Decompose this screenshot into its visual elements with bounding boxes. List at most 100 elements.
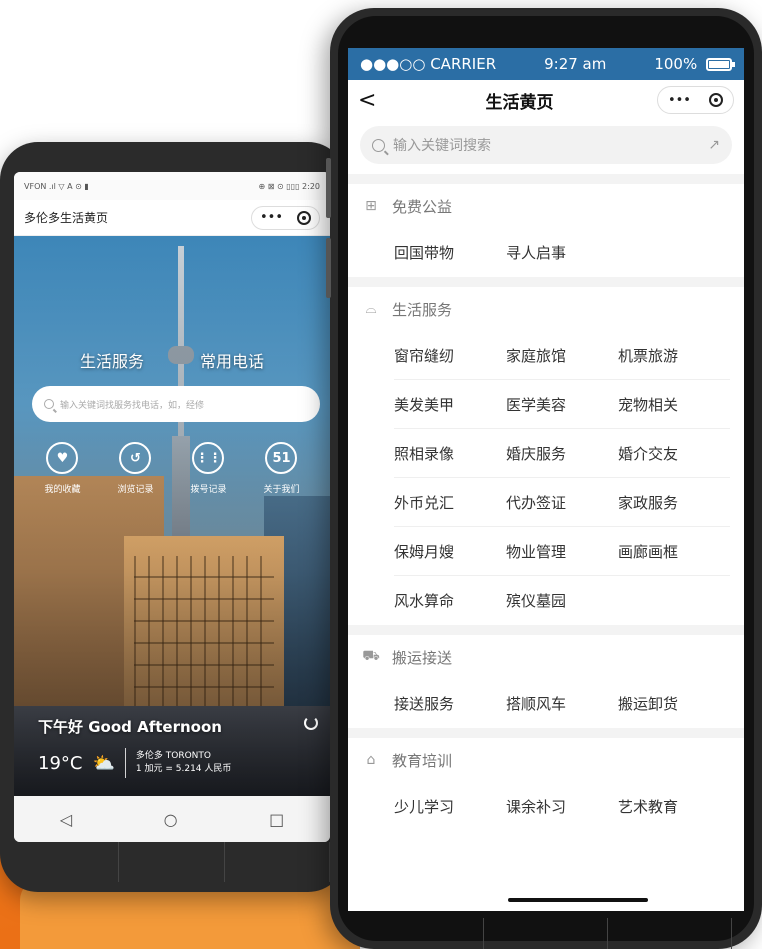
- more-button[interactable]: •••: [668, 93, 691, 108]
- cloud-sun-icon: ⛅: [92, 752, 115, 774]
- search-placeholder: 输入关键词搜索: [393, 138, 491, 154]
- section-free-public: ⊞ 免费公益 回国带物 寻人启事: [348, 184, 744, 277]
- basket-icon: ⌓: [365, 301, 377, 317]
- search-input[interactable]: 输入关键词搜索 ↗: [360, 126, 732, 164]
- quick-link-favorites[interactable]: ♥ 我的收藏: [44, 442, 81, 495]
- home-indicator[interactable]: [508, 898, 648, 902]
- category-item[interactable]: 寻人启事: [506, 228, 618, 277]
- weather-divider: [124, 748, 126, 778]
- section-education: ⌂ 教育培训 少儿学习 课余补习 艺术教育: [348, 738, 744, 831]
- category-item[interactable]: 家政服务: [618, 478, 730, 527]
- section-separator: [348, 174, 744, 184]
- category-item[interactable]: 外币兑汇: [394, 478, 506, 527]
- left-status-left: VFON .ıl ▽ A ⊙ ▮: [24, 181, 89, 191]
- category-item[interactable]: 接送服务: [394, 679, 506, 728]
- left-phone-bottom-bezel: [14, 842, 330, 882]
- category-item[interactable]: 婚庆服务: [506, 429, 618, 478]
- section-title: 搬运接送: [392, 648, 453, 667]
- right-phone-screen: ●●●○○ CARRIER 9:27 am 100% < 生活黄页 ••• 输入…: [348, 48, 744, 911]
- carrier: ●●●○○ CARRIER: [360, 55, 497, 73]
- quick-link-about[interactable]: 51 关于我们: [263, 442, 300, 495]
- section-title: 教育培训: [392, 751, 453, 770]
- category-item[interactable]: 搬运卸货: [618, 679, 730, 728]
- hero-shade: [14, 236, 330, 796]
- category-item[interactable]: 照相录像: [394, 429, 506, 478]
- page-title: 生活黄页: [485, 92, 554, 113]
- refresh-icon[interactable]: [304, 716, 318, 730]
- right-phone-frame: ●●●○○ CARRIER 9:27 am 100% < 生活黄页 ••• 输入…: [326, 8, 762, 949]
- category-item[interactable]: 物业管理: [506, 527, 618, 576]
- category-item[interactable]: 画廊画框: [618, 527, 730, 576]
- home-circle-icon[interactable]: ○: [164, 810, 178, 829]
- category-item[interactable]: 少儿学习: [394, 782, 506, 831]
- bezel-segment: [484, 918, 608, 949]
- quick-link-dial-log[interactable]: ⋮⋮ 拨号记录: [190, 442, 227, 495]
- category-item[interactable]: 家庭旅馆: [506, 331, 618, 380]
- tab-common-phones[interactable]: 常用电话: [200, 348, 264, 372]
- bezel-segment: [225, 842, 330, 882]
- back-triangle-icon[interactable]: ◁: [60, 810, 72, 829]
- quick-link-label: 我的收藏: [44, 485, 81, 495]
- hero-search-placeholder: 输入关键词找服务找电话，如，经修: [60, 400, 205, 411]
- dialpad-icon: ⋮⋮: [192, 442, 225, 474]
- close-target-icon[interactable]: [708, 93, 723, 107]
- section-grid: 回国带物 寻人启事: [362, 228, 730, 277]
- clock: 9:27 am: [544, 55, 607, 73]
- greeting: 下午好 Good Afternoon: [38, 718, 222, 736]
- weather-info: 多伦多 TORONTO 1 加元 = 5.214 人民币: [136, 750, 231, 776]
- recents-square-icon[interactable]: □: [269, 810, 284, 829]
- category-item[interactable]: 窗帘缝纫: [394, 331, 506, 380]
- quick-link-history[interactable]: ↺ 浏览记录: [117, 442, 154, 495]
- bezel-segment: [608, 918, 732, 949]
- bezel-segment: [119, 842, 225, 882]
- right-phone-bottom-bezel: [360, 918, 732, 949]
- tab-life-services[interactable]: 生活服务: [80, 348, 144, 372]
- left-status-bar: VFON .ıl ▽ A ⊙ ▮ ⊕ ⊠ ⊙ ▯▯▯ 2:20: [14, 172, 330, 200]
- left-phone-screen: VFON .ıl ▽ A ⊙ ▮ ⊕ ⊠ ⊙ ▯▯▯ 2:20 多伦多生活黄页 …: [14, 172, 330, 842]
- category-item[interactable]: 回国带物: [394, 228, 506, 277]
- category-item[interactable]: 婚介交友: [618, 429, 730, 478]
- section-header: ⊞ 免费公益: [362, 184, 730, 228]
- category-item[interactable]: 风水算命: [394, 576, 506, 625]
- share-icon[interactable]: ↗: [708, 137, 720, 153]
- weather-panel: 19°C ⛅ 多伦多 TORONTO 1 加元 = 5.214 人民币: [38, 748, 231, 778]
- category-item[interactable]: 美发美甲: [394, 380, 506, 429]
- category-item[interactable]: 课余补习: [506, 782, 618, 831]
- quick-link-label: 拨号记录: [190, 485, 227, 495]
- right-capsule-menu: •••: [656, 86, 734, 114]
- back-icon[interactable]: <: [358, 88, 382, 113]
- section-header: ⌓ 生活服务: [362, 287, 730, 331]
- category-item[interactable]: 医学美容: [506, 380, 618, 429]
- bezel-segment: [14, 842, 120, 882]
- temperature: 19°C: [38, 752, 83, 774]
- section-title: 生活服务: [392, 300, 453, 319]
- left-nav-bar: 多伦多生活黄页 •••: [14, 200, 330, 236]
- category-item[interactable]: 代办签证: [506, 478, 618, 527]
- category-item[interactable]: 宠物相关: [618, 380, 730, 429]
- heart-icon: ♥: [46, 442, 79, 474]
- battery-status: 100%: [654, 55, 735, 73]
- category-item[interactable]: 殡仪墓园: [506, 576, 618, 625]
- exchange-rate: 1 加元 = 5.214 人民币: [135, 764, 232, 774]
- category-item[interactable]: 机票旅游: [618, 331, 730, 380]
- category-item[interactable]: 艺术教育: [618, 782, 730, 831]
- section-grid: 少儿学习 课余补习 艺术教育: [362, 782, 730, 831]
- hero-search-input[interactable]: 输入关键词找服务找电话，如，经修: [32, 386, 320, 422]
- section-grid: 窗帘缝纫 家庭旅馆 机票旅游 美发美甲 医学美容 宠物相关 照相录像 婚庆服务 …: [362, 331, 730, 625]
- more-button[interactable]: •••: [260, 210, 283, 225]
- category-item[interactable]: 搭顺风车: [506, 679, 618, 728]
- section-title: 免费公益: [392, 197, 453, 216]
- left-capsule-menu: •••: [250, 205, 320, 230]
- category-item[interactable]: 保姆月嫂: [394, 527, 506, 576]
- section-separator: [348, 625, 744, 635]
- side-button: [326, 158, 331, 218]
- section-moving: ⛟ 搬运接送 接送服务 搭顺风车 搬运卸货: [348, 635, 744, 728]
- category-item-empty: [618, 576, 730, 625]
- section-life-services: ⌓ 生活服务 窗帘缝纫 家庭旅馆 机票旅游 美发美甲 医学美容 宠物相关 照相录…: [348, 287, 744, 625]
- side-button: [326, 238, 331, 298]
- close-target-icon[interactable]: [297, 210, 311, 225]
- right-nav-bar: < 生活黄页 •••: [348, 80, 744, 120]
- section-separator: [348, 728, 744, 738]
- truck-icon: ⛟: [362, 648, 380, 664]
- grid-icon: ⊞: [365, 198, 377, 214]
